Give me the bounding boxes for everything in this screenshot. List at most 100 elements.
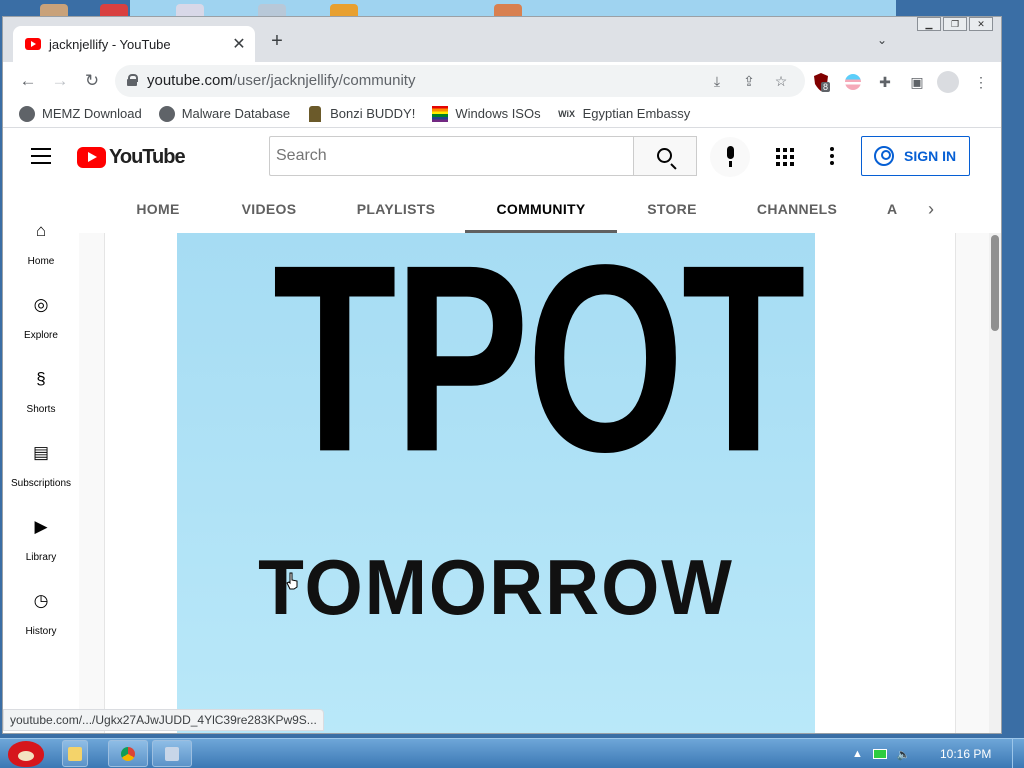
settings-more-icon[interactable]: [830, 147, 834, 165]
sign-in-button[interactable]: SIGN IN: [861, 136, 970, 176]
lock-icon[interactable]: [127, 74, 138, 86]
taskbar: ▲ 🔈 10:16 PM: [0, 738, 1024, 768]
browser-menu-icon[interactable]: ⋮: [971, 72, 991, 92]
bookmark-bonzi-buddy[interactable]: Bonzi BUDDY!: [307, 105, 416, 122]
profile-avatar-icon[interactable]: [937, 71, 959, 93]
bookmark-label: Bonzi BUDDY!: [330, 106, 416, 121]
extensions-puzzle-icon[interactable]: ✚: [875, 72, 895, 92]
scrollbar-thumb[interactable]: [991, 235, 999, 331]
community-post: TPOT 2 TOMORROW: [104, 233, 956, 733]
guide-item-explore[interactable]: ◎ Explore: [3, 293, 79, 343]
guide-item-history[interactable]: ◷ History: [3, 589, 79, 639]
tab-search-button[interactable]: ⌄: [877, 33, 887, 47]
search-input[interactable]: [269, 136, 634, 176]
taskbar-explorer-button[interactable]: [62, 740, 88, 767]
chrome-icon: [121, 746, 135, 761]
back-arrow-icon[interactable]: ←: [15, 68, 41, 94]
side-panel-icon[interactable]: ▣: [907, 72, 927, 92]
address-bar[interactable]: youtube.com/user/jacknjellify/community …: [115, 65, 805, 97]
pride-extension-icon[interactable]: [843, 72, 863, 92]
url-text[interactable]: youtube.com/user/jacknjellify/community: [147, 72, 415, 89]
apps-grid-icon[interactable]: [776, 148, 794, 166]
search-icon: [657, 148, 672, 163]
reload-icon[interactable]: ↻: [79, 68, 105, 94]
volume-icon[interactable]: 🔈: [897, 748, 911, 761]
globe-icon: [19, 105, 35, 122]
library-icon: ▶: [34, 517, 48, 536]
ublock-extension-icon[interactable]: 8: [811, 72, 831, 92]
bonzi-icon: [309, 105, 322, 122]
status-url-bubble: youtube.com/.../Ugkx27AJwJUDD_4YlC39re28…: [3, 709, 324, 731]
tab-about[interactable]: A: [887, 185, 907, 233]
bookmark-label: Malware Database: [181, 106, 291, 121]
rainbow-flag-icon: [432, 105, 449, 122]
minimize-button[interactable]: ▁: [917, 17, 941, 31]
guide-item-shorts[interactable]: § Shorts: [3, 367, 79, 417]
bookmark-star-icon[interactable]: ☆: [771, 71, 791, 91]
share-icon[interactable]: ⇪: [739, 71, 759, 91]
bookmarks-bar: MEMZ Download Malware Database Bonzi BUD…: [3, 100, 1001, 128]
trans-flag-icon: [845, 74, 861, 90]
youtube-logo[interactable]: YouTube: [77, 146, 186, 169]
close-tab-icon[interactable]: ✕: [231, 34, 247, 54]
desktop-icon[interactable]: [494, 4, 522, 16]
tab-community[interactable]: COMMUNITY: [465, 185, 617, 233]
post-image-headline: TPOT 2: [272, 233, 815, 508]
taskbar-chrome-button[interactable]: [108, 740, 148, 767]
page-scrollbar[interactable]: [989, 233, 1001, 733]
desktop-icon[interactable]: [330, 4, 358, 16]
history-icon: ◷: [33, 591, 49, 610]
tab-title: jacknjellify - YouTube: [49, 36, 171, 52]
guide-item-home[interactable]: ⌂ Home: [3, 219, 79, 269]
tray-expand-icon[interactable]: ▲: [852, 748, 863, 760]
taskbar-app-button[interactable]: [152, 740, 192, 767]
post-image[interactable]: TPOT 2 TOMORROW: [177, 233, 815, 733]
show-desktop-button[interactable]: [1012, 739, 1024, 768]
guide-label: History: [25, 626, 57, 637]
tab-playlists[interactable]: PLAYLISTS: [347, 185, 445, 233]
battery-icon[interactable]: [872, 749, 887, 759]
tab-channels[interactable]: CHANNELS: [747, 185, 847, 233]
mini-guide-sidebar: ⌂ Home ◎ Explore § Shorts ▤ Subscription…: [3, 185, 79, 733]
search-button[interactable]: [633, 136, 697, 176]
bookmark-memz[interactable]: MEMZ Download: [19, 105, 142, 122]
desktop-icon[interactable]: [258, 4, 286, 16]
guide-label: Explore: [24, 330, 58, 341]
chevron-right-icon[interactable]: ›: [919, 197, 943, 221]
restore-button[interactable]: ❐: [943, 17, 967, 31]
forward-arrow-icon[interactable]: →: [47, 68, 73, 94]
menu-hamburger-icon[interactable]: [31, 148, 51, 164]
hand-cursor-icon: [286, 572, 298, 590]
window-controls: ▁ ❐ ✕: [917, 17, 993, 31]
sign-in-label: SIGN IN: [904, 148, 957, 164]
tab-strip: jacknjellify - YouTube ✕ + ⌄ ▁ ❐ ✕: [3, 17, 1001, 62]
post-image-subtitle: TOMORROW: [258, 543, 734, 631]
community-feed: TPOT 2 TOMORROW: [79, 233, 989, 733]
taskbar-clock[interactable]: 10:16 PM: [940, 747, 991, 761]
browser-tab[interactable]: jacknjellify - YouTube ✕: [13, 26, 255, 62]
tab-store[interactable]: STORE: [637, 185, 707, 233]
tab-home[interactable]: HOME: [125, 185, 191, 233]
desktop-icon[interactable]: [40, 4, 68, 16]
voice-search-mic-icon[interactable]: [710, 137, 750, 177]
install-app-icon[interactable]: ⤓: [707, 71, 727, 91]
youtube-play-icon: [77, 147, 106, 168]
home-icon: ⌂: [35, 221, 47, 240]
guide-item-subscriptions[interactable]: ▤ Subscriptions: [3, 441, 79, 491]
desktop-icon[interactable]: [176, 4, 204, 16]
subscriptions-icon: ▤: [32, 443, 50, 462]
bookmark-label: Windows ISOs: [455, 106, 541, 121]
guide-label: Shorts: [26, 404, 56, 415]
bookmark-windows-isos[interactable]: Windows ISOs: [432, 105, 541, 122]
start-button[interactable]: [2, 739, 50, 768]
guide-label: Home: [27, 256, 55, 267]
new-tab-button[interactable]: +: [265, 30, 289, 54]
close-window-button[interactable]: ✕: [969, 17, 993, 31]
guide-item-library[interactable]: ▶ Library: [3, 515, 79, 565]
desktop-icon[interactable]: [100, 4, 128, 16]
tab-videos[interactable]: VIDEOS: [231, 185, 307, 233]
bookmark-label: Egyptian Embassy: [582, 106, 691, 121]
bookmark-malware-database[interactable]: Malware Database: [158, 105, 291, 122]
folder-icon: [68, 746, 82, 761]
bookmark-egyptian-embassy[interactable]: WiX Egyptian Embassy: [558, 106, 691, 122]
